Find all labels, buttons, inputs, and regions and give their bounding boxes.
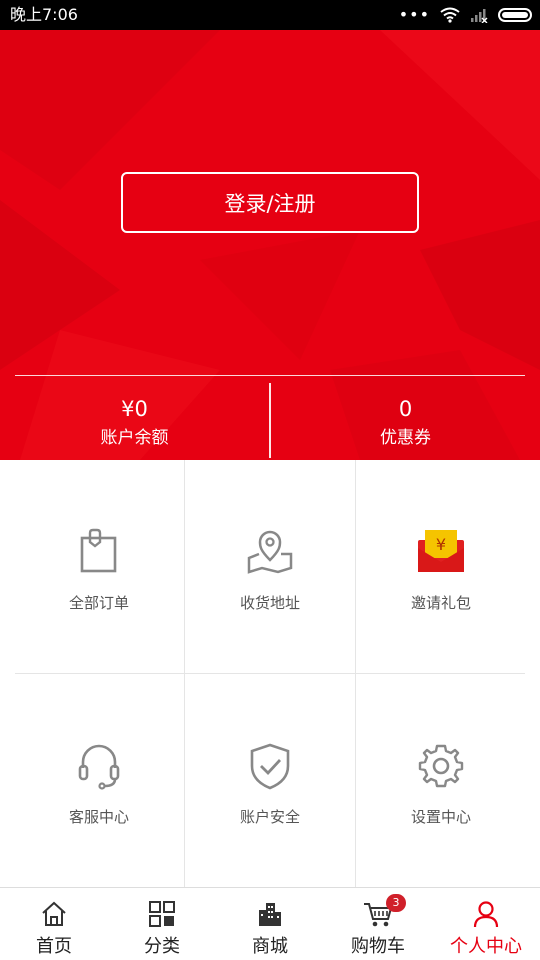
shield-check-icon	[250, 743, 290, 790]
invite-gift-item[interactable]: ¥ 邀请礼包	[356, 460, 526, 673]
tab-mall[interactable]: 商城	[216, 888, 324, 960]
home-icon	[42, 901, 66, 926]
tab-home[interactable]: 首页	[0, 888, 108, 960]
wifi-icon	[440, 7, 460, 23]
headset-icon	[78, 744, 120, 790]
cart-count-badge: 3	[386, 894, 406, 912]
tab-profile[interactable]: 个人中心	[432, 888, 540, 960]
buildings-icon	[259, 903, 281, 926]
function-grid: 全部订单 收货地址 ¥ 邀请礼包 客服中心 账户安全 设置中心	[0, 460, 540, 887]
shipping-address-item[interactable]: 收货地址	[185, 460, 355, 673]
account-security-label: 账户安全	[239, 808, 300, 826]
all-orders-item[interactable]: 全部订单	[14, 460, 184, 673]
user-icon	[473, 901, 499, 928]
customer-service-item[interactable]: 客服中心	[14, 674, 184, 887]
shopping-bag-icon	[80, 528, 117, 573]
account-balance[interactable]: ¥0 账户余额	[0, 390, 269, 460]
tab-category[interactable]: 分类	[108, 888, 216, 960]
category-grid-icon	[149, 901, 175, 927]
all-orders-label: 全部订单	[68, 594, 129, 612]
status-icons: •••	[399, 6, 532, 24]
svg-text:¥: ¥	[436, 535, 446, 554]
gear-icon	[418, 744, 464, 788]
more-dots-icon: •••	[398, 5, 430, 24]
status-bar: 晚上7:06 •••	[0, 0, 540, 30]
battery-icon	[498, 8, 532, 22]
login-register-button[interactable]: 登录/注册	[121, 172, 419, 233]
tab-cart-label: 购物车	[351, 936, 405, 957]
settings-item[interactable]: 设置中心	[356, 674, 526, 887]
red-envelope-icon: ¥	[418, 530, 464, 572]
header-divider	[15, 375, 525, 376]
tab-profile-label: 个人中心	[450, 936, 522, 957]
shipping-address-label: 收货地址	[239, 594, 300, 612]
profile-header: 登录/注册 ¥0 账户余额 0 优惠券	[0, 30, 540, 460]
tab-category-label: 分类	[144, 936, 180, 957]
status-time: 晚上7:06	[10, 5, 78, 24]
coupon-label: 优惠券	[380, 428, 431, 448]
balance-value: ¥0	[121, 397, 148, 421]
settings-label: 设置中心	[410, 808, 471, 826]
account-security-item[interactable]: 账户安全	[185, 674, 355, 887]
coupons[interactable]: 0 优惠券	[271, 390, 540, 460]
tab-mall-label: 商城	[252, 936, 288, 957]
map-pin-icon	[247, 530, 293, 574]
balance-label: 账户余额	[100, 428, 169, 448]
tab-home-label: 首页	[36, 936, 72, 957]
invite-gift-label: 邀请礼包	[410, 594, 471, 612]
coupon-count: 0	[398, 397, 413, 421]
signal-icon	[471, 9, 488, 23]
bottom-tab-bar: 首页 分类 商城 3 购物车 个人中心	[0, 887, 540, 960]
customer-service-label: 客服中心	[68, 808, 129, 826]
tab-cart[interactable]: 3 购物车	[324, 888, 432, 960]
